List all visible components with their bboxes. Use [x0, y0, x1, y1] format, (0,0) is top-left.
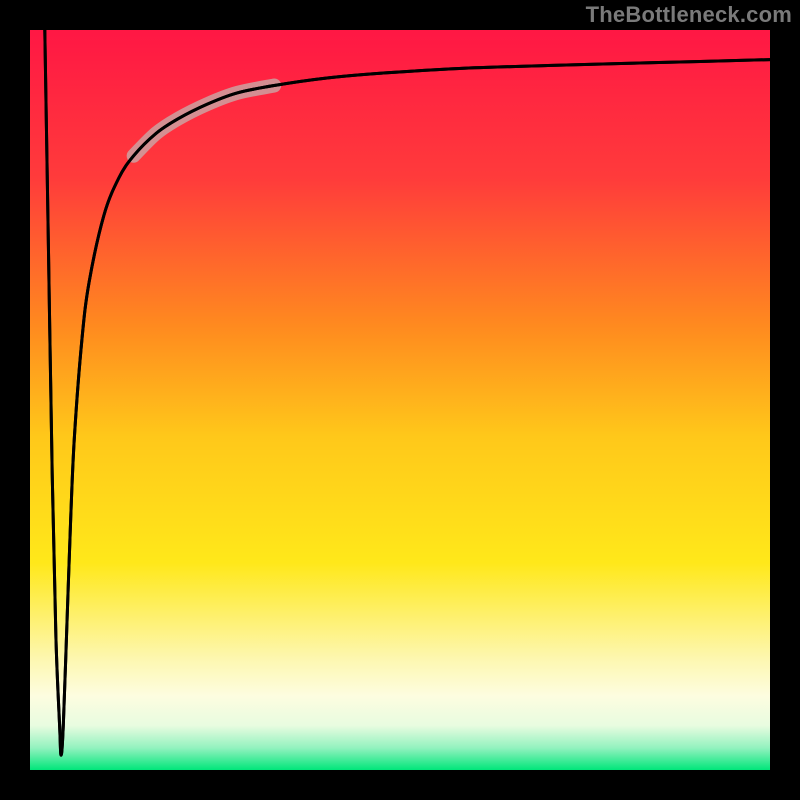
- highlight-segment: [134, 86, 275, 156]
- watermark-text: TheBottleneck.com: [586, 2, 792, 28]
- plot-area: [30, 30, 770, 770]
- chart-stage: TheBottleneck.com: [0, 0, 800, 800]
- curve-layer: [30, 30, 770, 770]
